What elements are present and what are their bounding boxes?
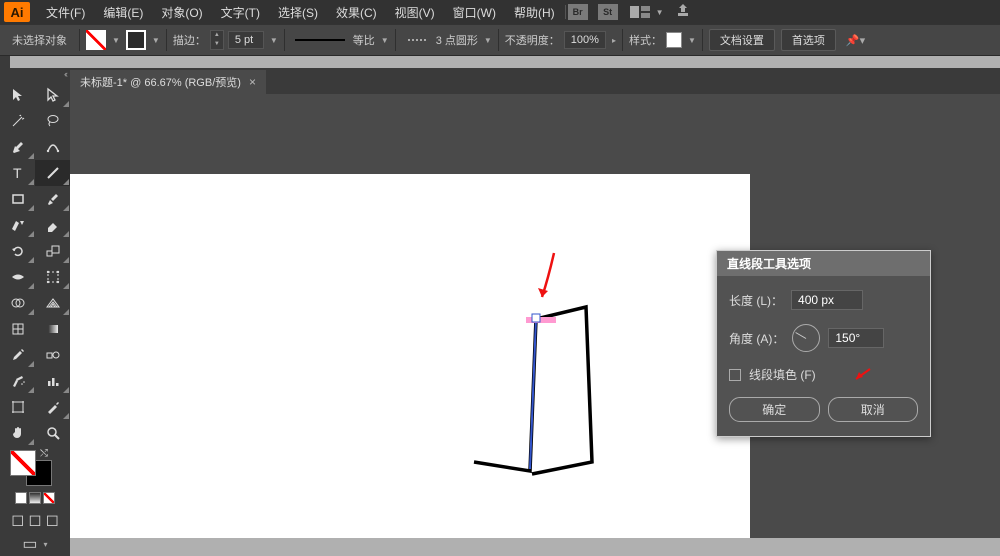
- drawing-mode-inside-icon[interactable]: ◻: [46, 510, 59, 530]
- chevron-down-icon[interactable]: ▼: [270, 36, 278, 45]
- angle-input[interactable]: [828, 328, 884, 348]
- hand-tool[interactable]: [0, 420, 35, 446]
- tools-panel: T ⤭ ◻ ◻ ◻ ▭ ▾: [0, 68, 70, 556]
- artboard[interactable]: [70, 174, 750, 538]
- rectangle-tool[interactable]: [0, 186, 35, 212]
- opacity-label: 不透明度：: [505, 32, 560, 48]
- color-mode-gradient[interactable]: [29, 492, 41, 504]
- bridge-icon[interactable]: Br: [568, 4, 588, 20]
- menu-bar: Ai 文件(F) 编辑(E) 对象(O) 文字(T) 选择(S) 效果(C) 视…: [0, 0, 1000, 24]
- fill-line-checkbox[interactable]: [729, 369, 741, 381]
- menu-type[interactable]: 文字(T): [213, 4, 268, 21]
- stroke-weight-label: 描边：: [173, 32, 206, 48]
- menu-window[interactable]: 窗口(W): [445, 4, 504, 21]
- annotation-arrow-icon: [534, 249, 564, 309]
- menu-file[interactable]: 文件(F): [38, 4, 93, 21]
- menu-view[interactable]: 视图(V): [387, 4, 443, 21]
- dialog-title: 直线段工具选项: [717, 251, 930, 276]
- eraser-tool[interactable]: [35, 212, 70, 238]
- menu-effect[interactable]: 效果(C): [328, 4, 385, 21]
- stroke-weight-value[interactable]: 5 pt: [228, 31, 264, 49]
- share-icon[interactable]: [676, 3, 690, 22]
- column-graph-tool[interactable]: [35, 368, 70, 394]
- graphic-style-swatch[interactable]: [666, 32, 682, 48]
- document-setup-button[interactable]: 文档设置: [709, 29, 775, 51]
- type-tool[interactable]: T: [0, 160, 35, 186]
- preferences-button[interactable]: 首选项: [781, 29, 836, 51]
- color-mode-solid[interactable]: [15, 492, 27, 504]
- menu-object[interactable]: 对象(O): [153, 4, 210, 21]
- artboard-tool[interactable]: [0, 394, 35, 420]
- panel-collapse-stub[interactable]: [0, 56, 10, 68]
- menu-edit[interactable]: 编辑(E): [95, 4, 151, 21]
- free-transform-tool[interactable]: [35, 264, 70, 290]
- color-mode-none[interactable]: [43, 492, 55, 504]
- perspective-grid-tool[interactable]: [35, 290, 70, 316]
- style-label: 样式：: [629, 32, 662, 48]
- artwork-shape: [70, 174, 750, 538]
- stroke-swatch[interactable]: ▼: [126, 30, 160, 50]
- annotation-arrow-icon: [852, 367, 872, 383]
- arrange-documents-icon[interactable]: [630, 5, 652, 19]
- length-label: 长度 (L)：: [729, 292, 783, 309]
- zoom-tool[interactable]: [35, 420, 70, 446]
- fill-line-label: 线段填色 (F): [749, 366, 816, 383]
- rotate-tool[interactable]: [0, 238, 35, 264]
- length-input[interactable]: [791, 290, 863, 310]
- shape-builder-tool[interactable]: [0, 290, 35, 316]
- slice-tool[interactable]: [35, 394, 70, 420]
- angle-dial-icon[interactable]: [792, 324, 820, 352]
- options-bar: 未选择对象 ▼ ▼ 描边： ▲▼ 5 pt ▼ 等比 ▼ 3 点圆形 ▼ 不透明…: [0, 24, 1000, 56]
- magic-wand-tool[interactable]: [0, 108, 35, 134]
- panel-menu-icon[interactable]: 📌▾: [846, 34, 865, 47]
- pen-tool[interactable]: [0, 134, 35, 160]
- drawing-mode-behind-icon[interactable]: ◻: [28, 510, 41, 530]
- close-tab-button[interactable]: ×: [249, 75, 256, 89]
- stroke-weight-stepper[interactable]: ▲▼: [210, 30, 224, 50]
- stock-icon[interactable]: St: [598, 4, 618, 20]
- menu-help[interactable]: 帮助(H): [506, 4, 563, 21]
- width-tool[interactable]: [0, 264, 35, 290]
- document-tab-title: 未标题-1* @ 66.67% (RGB/预览): [80, 74, 241, 90]
- shaper-tool[interactable]: [0, 212, 35, 238]
- symbol-sprayer-tool[interactable]: [0, 368, 35, 394]
- chevron-down-icon[interactable]: ▸: [612, 36, 616, 45]
- cancel-button[interactable]: 取消: [828, 397, 919, 422]
- svg-text:T: T: [13, 165, 22, 181]
- app-logo: Ai: [4, 2, 30, 22]
- document-tab-bar: 未标题-1* @ 66.67% (RGB/预览) ×: [70, 68, 1000, 94]
- gradient-tool[interactable]: [35, 316, 70, 342]
- direct-selection-tool[interactable]: [35, 82, 70, 108]
- eyedropper-tool[interactable]: [0, 342, 35, 368]
- mesh-tool[interactable]: [0, 316, 35, 342]
- curvature-tool[interactable]: [35, 134, 70, 160]
- color-mode-row: [0, 488, 70, 508]
- paintbrush-tool[interactable]: [35, 186, 70, 212]
- scale-tool[interactable]: [35, 238, 70, 264]
- swap-fill-stroke-icon[interactable]: ⤭: [40, 448, 48, 459]
- selection-status: 未选择对象: [12, 32, 67, 48]
- line-segment-tool-options-dialog: 直线段工具选项 长度 (L)： 角度 (A)： 线段填色 (F) 确定 取消: [716, 250, 931, 437]
- fill-swatch[interactable]: ▼: [86, 30, 120, 50]
- document-tab[interactable]: 未标题-1* @ 66.67% (RGB/预览) ×: [70, 70, 266, 94]
- lasso-tool[interactable]: [35, 108, 70, 134]
- ok-button[interactable]: 确定: [729, 397, 820, 422]
- menu-select[interactable]: 选择(S): [270, 4, 326, 21]
- blend-tool[interactable]: [35, 342, 70, 368]
- selection-tool[interactable]: [0, 82, 35, 108]
- angle-label: 角度 (A)：: [729, 330, 784, 347]
- variable-width-profile[interactable]: 等比 ▼: [291, 32, 389, 48]
- fill-stroke-indicator[interactable]: ⤭: [0, 446, 70, 488]
- drawing-mode-normal-icon[interactable]: ◻: [11, 510, 24, 530]
- line-segment-tool[interactable]: [35, 160, 70, 186]
- chevron-down-icon[interactable]: ▼: [656, 8, 664, 17]
- screen-mode-button[interactable]: ▭: [22, 534, 37, 554]
- opacity-value[interactable]: 100%: [564, 31, 606, 49]
- brush-definition[interactable]: 3 点圆形 ▼: [402, 32, 492, 48]
